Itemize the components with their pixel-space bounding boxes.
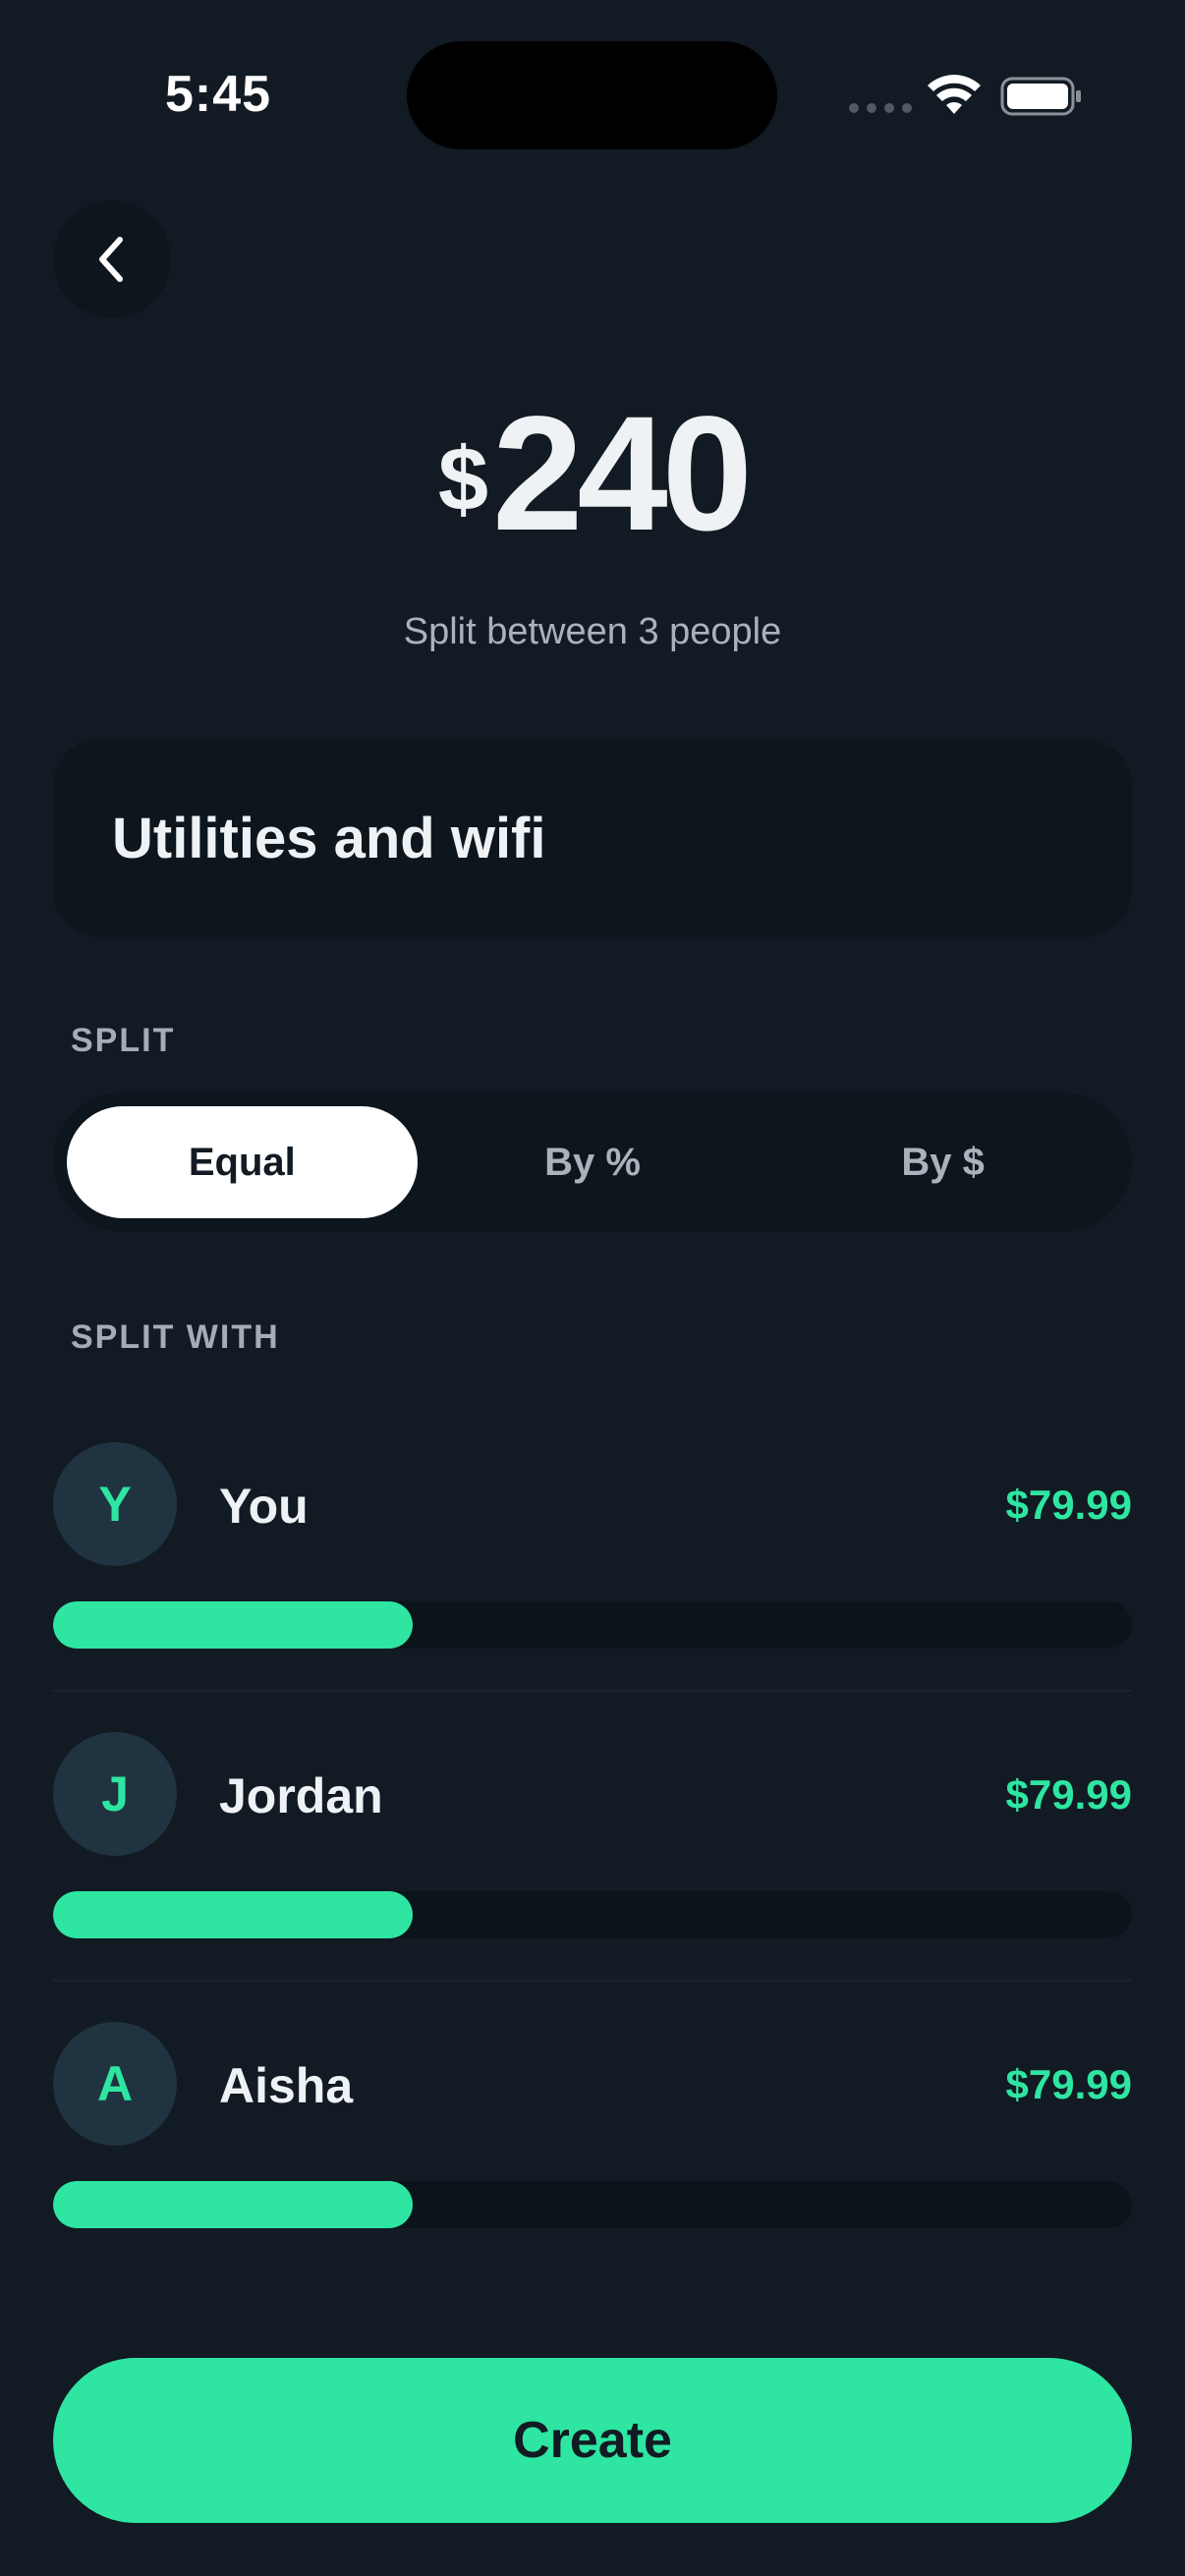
divider xyxy=(53,1690,1132,1692)
participant-amount: $79.99 xyxy=(1005,1771,1132,1818)
amount-value: 240 xyxy=(492,383,753,565)
participant-name: Aisha xyxy=(219,2058,354,2113)
split-type-selector: Equal By % By $ xyxy=(53,1092,1132,1232)
participant-amount: $79.99 xyxy=(1005,2061,1132,2107)
participant-name: Jordan xyxy=(219,1768,383,1823)
status-time: 5:45 xyxy=(165,66,272,123)
wifi-icon xyxy=(928,75,981,114)
description-text: Utilities and wifi xyxy=(112,806,546,870)
chevron-left-icon xyxy=(99,237,123,282)
participant-row[interactable]: Y You $79.99 xyxy=(53,1442,1132,1732)
avatar: J xyxy=(53,1732,177,1856)
divider xyxy=(53,1980,1132,1982)
battery-icon xyxy=(1000,77,1081,116)
share-bar[interactable] xyxy=(53,1601,1132,1649)
share-bar-fill xyxy=(53,1891,413,1938)
share-bar-fill xyxy=(53,1601,413,1649)
participant-row[interactable]: A Aisha $79.99 xyxy=(53,2022,1132,2312)
share-bar-fill xyxy=(53,2181,413,2228)
participant-row[interactable]: J Jordan $79.99 xyxy=(53,1732,1132,2022)
description-field[interactable]: Utilities and wifi xyxy=(53,739,1132,937)
cellular-signal-icon xyxy=(849,103,912,113)
avatar: A xyxy=(53,2022,177,2146)
participant-name: You xyxy=(219,1479,309,1534)
currency-symbol: $ xyxy=(437,429,489,530)
split-option-amount[interactable]: By $ xyxy=(767,1106,1118,1218)
split-expense-screen: 5:45 $ 240 Split between 3 people Utilit… xyxy=(0,0,1185,2576)
split-option-percent[interactable]: By % xyxy=(418,1106,768,1218)
avatar: Y xyxy=(53,1442,177,1566)
amount-display[interactable]: $ 240 xyxy=(0,393,1185,556)
split-summary: Split between 3 people xyxy=(403,611,782,652)
split-option-equal[interactable]: Equal xyxy=(67,1106,418,1218)
back-button[interactable] xyxy=(53,200,171,318)
split-with-section-label: SPLIT WITH xyxy=(71,1318,280,1356)
create-button[interactable]: Create xyxy=(53,2358,1132,2523)
participant-amount: $79.99 xyxy=(1005,1482,1132,1528)
share-bar[interactable] xyxy=(53,2181,1132,2228)
dynamic-island xyxy=(407,41,777,149)
split-section-label: SPLIT xyxy=(71,1022,176,1059)
share-bar[interactable] xyxy=(53,1891,1132,1938)
